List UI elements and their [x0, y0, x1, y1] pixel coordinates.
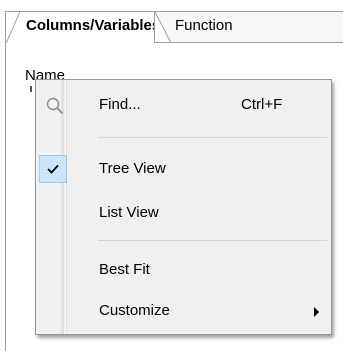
- tab-functions[interactable]: Function: [154, 11, 343, 42]
- tab-slant-decoration: [6, 12, 22, 43]
- menu-item-tree-view[interactable]: Tree View: [36, 152, 331, 186]
- menu-item-customize-label: Customize: [99, 302, 170, 319]
- tab-columns-variables-label: Columns/Variables: [26, 17, 155, 34]
- menu-separator: [98, 137, 327, 138]
- menu-item-find-label: Find...: [99, 96, 141, 113]
- menu-item-best-fit[interactable]: Best Fit: [36, 253, 331, 287]
- tab-columns-variables[interactable]: Columns/Variables: [5, 11, 155, 43]
- magnifier-icon: [46, 97, 64, 115]
- tab-strip: Function Columns/Variables: [0, 0, 343, 43]
- menu-item-customize[interactable]: Customize: [36, 294, 331, 328]
- tab-functions-label: Function: [175, 17, 233, 34]
- menu-separator: [98, 240, 327, 241]
- menu-item-best-fit-label: Best Fit: [99, 261, 150, 278]
- context-menu: Find... Ctrl+F Tree View List View Best …: [35, 79, 332, 335]
- checked-indicator: [39, 155, 67, 183]
- menu-item-find-shortcut: Ctrl+F: [241, 96, 283, 113]
- menu-item-tree-view-label: Tree View: [99, 160, 166, 177]
- menu-item-find[interactable]: Find... Ctrl+F: [36, 88, 331, 122]
- column-header-marker: [30, 86, 32, 92]
- checkmark-icon: [47, 164, 59, 174]
- menu-item-list-view-label: List View: [99, 204, 159, 221]
- tab-slant-decoration: [155, 12, 171, 42]
- menu-item-list-view[interactable]: List View: [36, 196, 331, 230]
- submenu-arrow-icon: [314, 307, 319, 317]
